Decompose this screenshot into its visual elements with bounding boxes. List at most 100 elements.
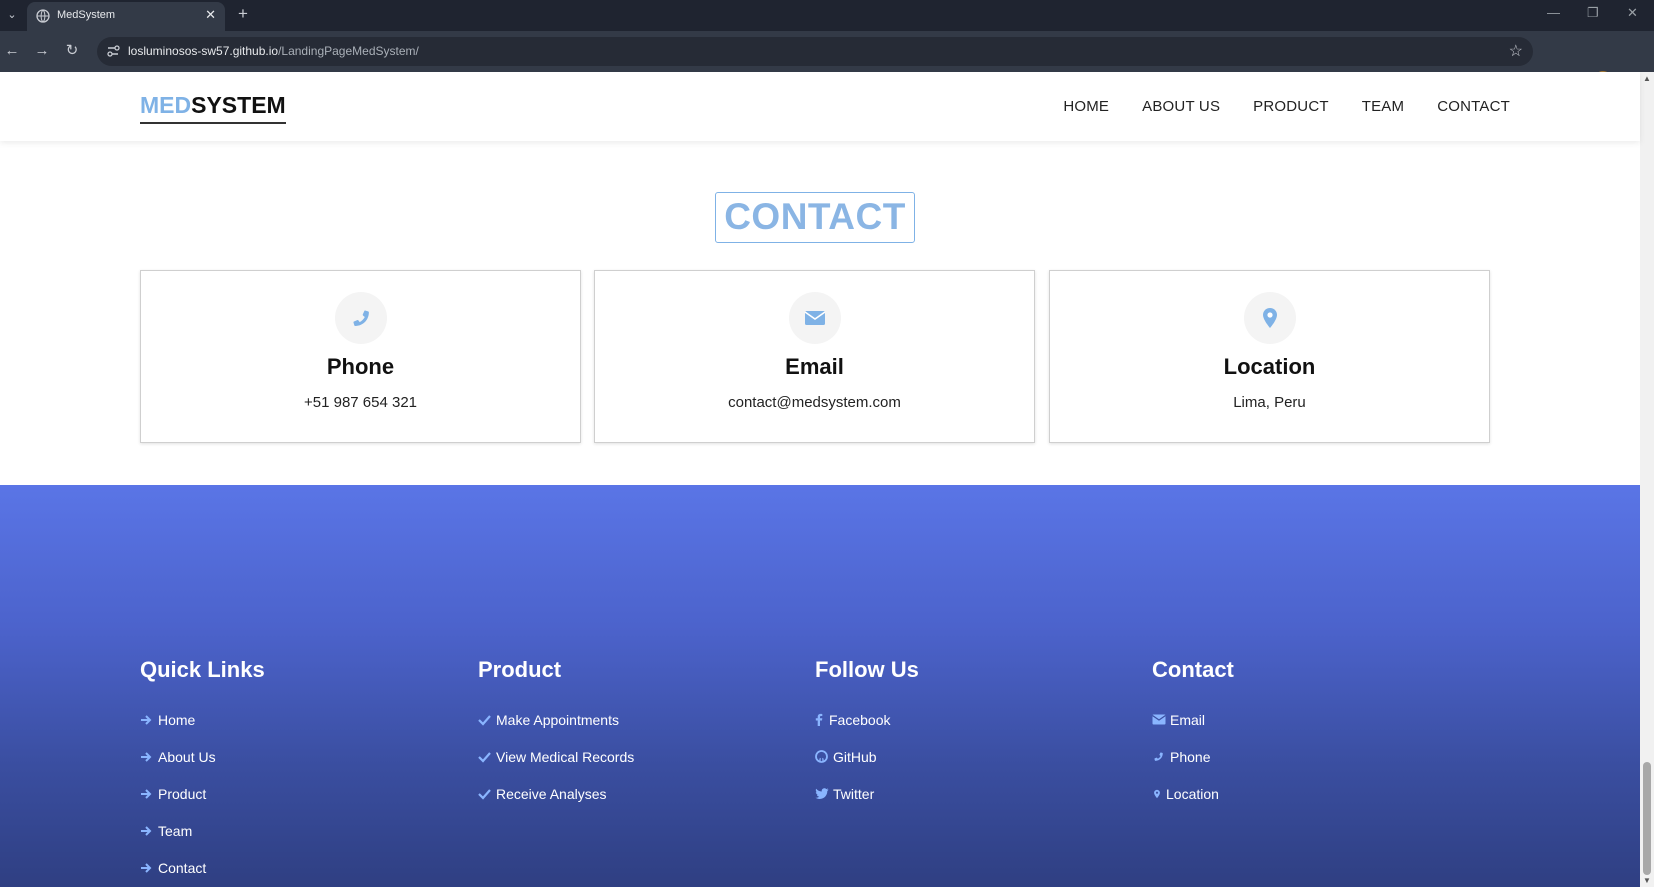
browser-tab[interactable]: MedSystem ✕: [27, 2, 225, 31]
scroll-up-icon[interactable]: ▲: [1643, 74, 1651, 83]
url-omnibox[interactable]: losluminosos-sw57.github.io/LandingPageM…: [97, 37, 1533, 66]
forward-icon[interactable]: →: [32, 41, 52, 61]
location-card-value: Lima, Peru: [1233, 394, 1306, 411]
footer-link-label: Home: [158, 711, 196, 728]
footer-link-product[interactable]: Product: [140, 775, 265, 812]
phone-icon: [1152, 750, 1168, 764]
email-card-title: Email: [785, 354, 844, 379]
footer-link-label: View Medical Records: [496, 748, 635, 765]
globe-icon: [36, 9, 50, 23]
bookmark-star-icon[interactable]: ☆: [1509, 41, 1523, 61]
facebook-icon: [815, 713, 827, 727]
window-close-icon[interactable]: ✕: [1627, 5, 1638, 21]
nav-team[interactable]: TEAM: [1362, 98, 1404, 115]
footer-quick-links: Quick Links Home About Us Product Team C…: [140, 657, 265, 886]
footer-link-label: About Us: [158, 748, 216, 765]
footer-follow-us: Follow Us Facebook GitHub Twitter: [815, 657, 919, 812]
follow-us-title: Follow Us: [815, 657, 919, 682]
site-header: MEDSYSTEM HOME ABOUT US PRODUCT TEAM CON…: [0, 72, 1640, 141]
footer-link-twitter[interactable]: Twitter: [815, 775, 919, 812]
footer-link-label: Twitter: [833, 785, 875, 802]
page-scrollbar[interactable]: ▲ ▼: [1640, 72, 1654, 887]
logo-system: SYSTEM: [191, 92, 286, 118]
footer-link-github[interactable]: GitHub: [815, 738, 919, 775]
map-marker-icon: [1152, 787, 1164, 801]
phone-card-title: Phone: [326, 354, 395, 379]
footer-link-view-medical-records[interactable]: View Medical Records: [478, 738, 634, 775]
browser-tab-bar: ⌄ MedSystem ✕ + — ❐ ✕: [0, 0, 1654, 31]
site-logo[interactable]: MEDSYSTEM: [140, 92, 286, 124]
footer-link-team[interactable]: Team: [140, 812, 265, 849]
scroll-down-icon[interactable]: ▼: [1643, 876, 1651, 885]
footer-link-label: Facebook: [829, 711, 891, 728]
footer-link-location[interactable]: Location: [1152, 775, 1234, 812]
footer-link-label: Contact: [158, 859, 207, 876]
page-viewport: MEDSYSTEM HOME ABOUT US PRODUCT TEAM CON…: [0, 72, 1654, 887]
arrow-right-icon: [140, 750, 156, 764]
footer-link-receive-analyses[interactable]: Receive Analyses: [478, 775, 634, 812]
arrow-right-icon: [140, 713, 156, 727]
location-card-title: Location: [1223, 354, 1316, 379]
footer-link-label: Make Appointments: [496, 711, 619, 728]
url-text: losluminosos-sw57.github.io/LandingPageM…: [128, 44, 419, 58]
phone-icon: [353, 310, 369, 326]
footer-product: Product Make Appointments View Medical R…: [478, 657, 634, 812]
envelope-icon: [1152, 713, 1168, 727]
site-settings-icon[interactable]: [105, 43, 121, 59]
main-nav: HOME ABOUT US PRODUCT TEAM CONTACT: [1063, 98, 1510, 115]
phone-card-value: +51 987 654 321: [303, 394, 418, 411]
tab-close-icon[interactable]: ✕: [205, 7, 216, 23]
contact-section-title: CONTACT: [715, 192, 915, 243]
footer-link-label: Product: [158, 785, 207, 802]
location-icon-circle: [1244, 292, 1296, 344]
twitter-icon: [815, 787, 831, 801]
location-card: Location Lima, Peru: [1049, 270, 1490, 443]
tab-search-dropdown-icon[interactable]: ⌄: [3, 6, 21, 24]
minimize-icon[interactable]: —: [1547, 5, 1560, 20]
github-icon: [815, 750, 831, 764]
footer-link-label: Location: [1166, 785, 1219, 802]
footer-link-make-appointments[interactable]: Make Appointments: [478, 701, 634, 738]
footer-link-contact[interactable]: Contact: [140, 849, 265, 886]
url-path: /LandingPageMedSystem/: [278, 44, 419, 58]
footer-link-label: GitHub: [833, 748, 877, 765]
scrollbar-thumb[interactable]: [1643, 762, 1651, 875]
arrow-right-icon: [140, 787, 156, 801]
footer-contact: Contact Email Phone Location: [1152, 657, 1234, 812]
tab-title: MedSystem: [57, 9, 116, 21]
check-icon: [478, 750, 494, 764]
check-icon: [478, 787, 494, 801]
map-marker-icon: [1263, 308, 1277, 328]
nav-product[interactable]: PRODUCT: [1253, 98, 1329, 115]
email-icon-circle: [789, 292, 841, 344]
url-domain: losluminosos-sw57.github.io: [128, 44, 279, 58]
footer-contact-title: Contact: [1152, 657, 1234, 682]
footer-link-label: Receive Analyses: [496, 785, 607, 802]
email-card-value: contact@medsystem.com: [728, 394, 901, 411]
phone-card: Phone +51 987 654 321: [140, 270, 581, 443]
check-icon: [478, 713, 494, 727]
footer-link-home[interactable]: Home: [140, 701, 265, 738]
footer-link-phone[interactable]: Phone: [1152, 738, 1234, 775]
restore-icon[interactable]: ❐: [1587, 5, 1599, 21]
envelope-icon: [804, 311, 826, 325]
nav-contact[interactable]: CONTACT: [1437, 98, 1510, 115]
arrow-right-icon: [140, 824, 156, 838]
back-icon[interactable]: ←: [2, 41, 22, 61]
site-footer: Quick Links Home About Us Product Team C…: [0, 485, 1640, 887]
logo-med: MED: [140, 92, 192, 118]
footer-link-label: Team: [158, 822, 193, 839]
product-title: Product: [478, 657, 562, 682]
footer-link-about-us[interactable]: About Us: [140, 738, 265, 775]
new-tab-icon[interactable]: +: [238, 4, 248, 24]
reload-icon[interactable]: ↻: [62, 41, 82, 61]
footer-link-label: Email: [1170, 711, 1206, 728]
footer-link-label: Phone: [1170, 748, 1211, 765]
footer-link-facebook[interactable]: Facebook: [815, 701, 919, 738]
nav-about-us[interactable]: ABOUT US: [1142, 98, 1220, 115]
nav-home[interactable]: HOME: [1063, 98, 1109, 115]
footer-link-email[interactable]: Email: [1152, 701, 1234, 738]
arrow-right-icon: [140, 861, 156, 875]
browser-address-bar: ← → ↻ losluminosos-sw57.github.io/Landin…: [0, 31, 1654, 89]
phone-icon-circle: [335, 292, 387, 344]
